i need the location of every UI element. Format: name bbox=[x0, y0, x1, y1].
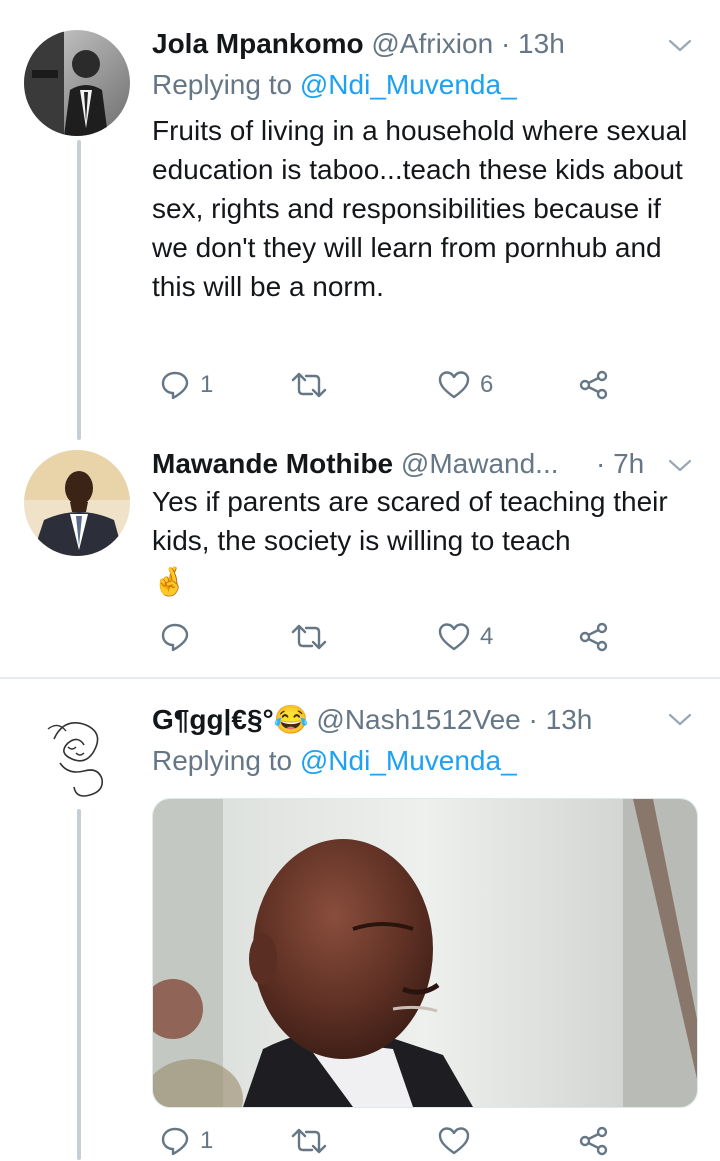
heart-icon bbox=[438, 622, 470, 652]
tweet-2[interactable]: Mawande Mothibe @Mawand... · 7h Yes if p… bbox=[0, 440, 720, 676]
reply-icon bbox=[160, 1126, 190, 1156]
avatar-photo bbox=[24, 30, 130, 136]
share-icon bbox=[578, 369, 610, 401]
reply-count: 1 bbox=[200, 1127, 214, 1154]
reply-button[interactable] bbox=[160, 617, 200, 657]
tweet-header: Mawande Mothibe @Mawand... bbox=[152, 447, 559, 481]
share-button[interactable] bbox=[578, 365, 610, 405]
tweet-text: Fruits of living in a household where se… bbox=[152, 115, 688, 302]
avatar-photo bbox=[24, 450, 130, 556]
replying-to-label: Replying to bbox=[152, 745, 293, 776]
tweet-1[interactable]: Jola Mpankomo @Afrixion · 13h Replying t… bbox=[0, 0, 720, 440]
retweet-icon bbox=[290, 1126, 328, 1156]
share-icon bbox=[578, 1125, 610, 1157]
tweet-header: Jola Mpankomo @Afrixion · 13h bbox=[152, 27, 565, 61]
like-button[interactable]: 6 bbox=[438, 365, 493, 405]
tweet-text-body: Yes if parents are scared of teaching th… bbox=[152, 486, 668, 556]
media-photo bbox=[153, 799, 697, 1107]
tweet-timestamp[interactable]: · 13h bbox=[501, 28, 565, 59]
share-icon bbox=[578, 621, 610, 653]
tweet-timestamp-wrap: · 7h bbox=[596, 447, 644, 481]
author-name[interactable]: Jola Mpankomo bbox=[152, 28, 364, 59]
tweet-3[interactable]: G¶gg|€§°😂 @Nash1512Vee · 13h Replying to… bbox=[0, 679, 720, 1160]
crossed-fingers-emoji: 🤞 bbox=[152, 566, 187, 597]
author-handle[interactable]: @Afrixion bbox=[371, 28, 493, 59]
chevron-down-icon[interactable] bbox=[668, 458, 692, 474]
like-count: 4 bbox=[480, 623, 494, 650]
retweet-icon bbox=[290, 622, 328, 652]
chevron-down-icon[interactable] bbox=[668, 38, 692, 54]
tweet-timestamp[interactable]: · 13h bbox=[529, 704, 593, 735]
tweet-actions: 1 bbox=[152, 1121, 692, 1161]
tweet-actions: 1 6 bbox=[152, 365, 692, 405]
tweet-media-image[interactable] bbox=[152, 798, 698, 1108]
avatar[interactable] bbox=[24, 450, 130, 556]
thread-line bbox=[77, 140, 81, 440]
reply-button[interactable]: 1 bbox=[160, 1121, 213, 1161]
chevron-down-icon[interactable] bbox=[668, 712, 692, 728]
heart-icon bbox=[438, 370, 470, 400]
replying-to-label: Replying to bbox=[152, 69, 293, 100]
mention-link[interactable]: @Ndi_Muvenda_ bbox=[300, 69, 517, 100]
author-handle[interactable]: @Nash1512Vee bbox=[316, 704, 520, 735]
retweet-button[interactable] bbox=[290, 617, 338, 657]
author-name[interactable]: G¶gg|€§°😂 bbox=[152, 704, 309, 735]
reply-icon bbox=[160, 622, 190, 652]
tweet-text: Yes if parents are scared of teaching th… bbox=[152, 482, 692, 602]
avatar[interactable] bbox=[24, 30, 130, 136]
replying-to: Replying to @Ndi_Muvenda_ bbox=[152, 744, 517, 778]
thread-line bbox=[77, 809, 81, 1160]
reply-count: 1 bbox=[200, 371, 214, 398]
author-handle[interactable]: @Mawand... bbox=[401, 448, 559, 479]
author-name[interactable]: Mawande Mothibe bbox=[152, 448, 393, 479]
tears-of-joy-emoji: 😂 bbox=[273, 704, 309, 735]
heart-icon bbox=[438, 1126, 470, 1156]
retweet-button[interactable] bbox=[290, 365, 338, 405]
replying-to: Replying to @Ndi_Muvenda_ bbox=[152, 68, 517, 102]
share-button[interactable] bbox=[578, 1121, 610, 1161]
tweet-header: G¶gg|€§°😂 @Nash1512Vee · 13h bbox=[152, 703, 592, 737]
retweet-button[interactable] bbox=[290, 1121, 338, 1161]
mention-link[interactable]: @Ndi_Muvenda_ bbox=[300, 745, 517, 776]
tweet-actions: 4 bbox=[152, 617, 692, 657]
like-button[interactable] bbox=[438, 1121, 480, 1161]
reply-button[interactable]: 1 bbox=[160, 365, 213, 405]
like-count: 6 bbox=[480, 371, 494, 398]
share-button[interactable] bbox=[578, 617, 610, 657]
retweet-icon bbox=[290, 370, 328, 400]
reply-icon bbox=[160, 370, 190, 400]
avatar[interactable] bbox=[24, 699, 130, 805]
avatar-line-art bbox=[24, 699, 130, 805]
like-button[interactable]: 4 bbox=[438, 617, 493, 657]
tweet-timestamp[interactable]: · 7h bbox=[596, 448, 644, 479]
